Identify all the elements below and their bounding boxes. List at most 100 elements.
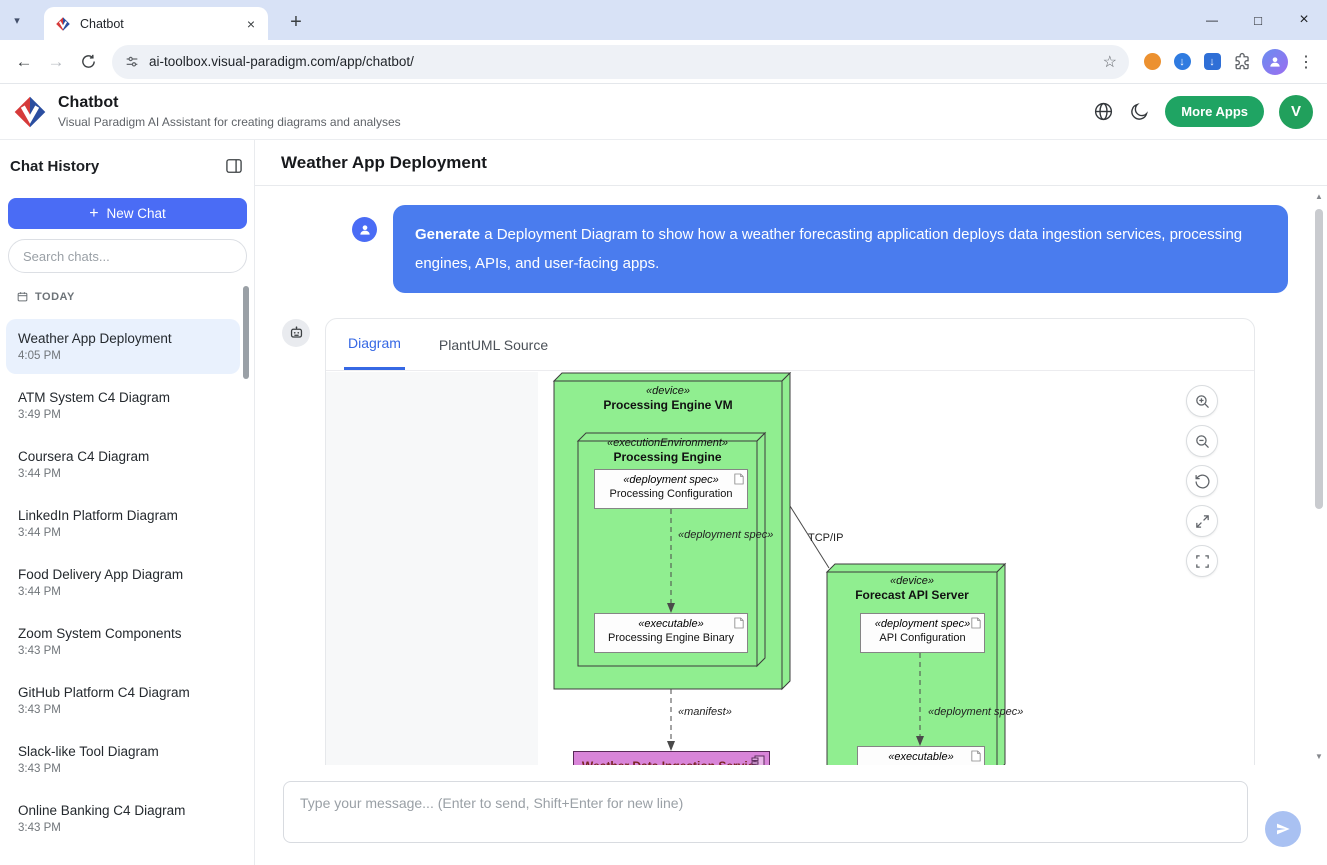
chat-item-atm[interactable]: ATM System C4 Diagram 3:49 PM: [6, 378, 240, 433]
chat-item-coursera[interactable]: Coursera C4 Diagram 3:44 PM: [6, 437, 240, 492]
dark-mode-moon-icon[interactable]: [1129, 101, 1150, 122]
assistant-avatar: [282, 319, 310, 347]
processing-config-artifact: «deployment spec» Processing Configurati…: [594, 469, 748, 509]
main-scrollbar-thumb[interactable]: [1315, 209, 1323, 509]
new-tab-button[interactable]: +: [282, 8, 310, 36]
chat-time: 3:44 PM: [18, 468, 228, 480]
new-chat-button[interactable]: + New Chat: [8, 198, 247, 229]
message-input[interactable]: [283, 781, 1248, 843]
back-button[interactable]: ←: [8, 46, 40, 78]
new-chat-label: New Chat: [107, 206, 166, 221]
chat-time: 3:49 PM: [18, 409, 228, 421]
browser-profile-avatar[interactable]: [1262, 49, 1288, 75]
chat-item-linkedin[interactable]: LinkedIn Platform Diagram 3:44 PM: [6, 496, 240, 551]
window-minimize-button[interactable]: —: [1189, 0, 1235, 40]
apiconfig-name: API Configuration: [861, 632, 984, 644]
chat-title: Zoom System Components: [18, 626, 228, 641]
edge-label-manifest: «manifest»: [678, 706, 732, 718]
fullscreen-button[interactable]: [1186, 545, 1218, 577]
user-account-avatar[interactable]: V: [1279, 95, 1313, 129]
chat-scroll-area[interactable]: Generate a Deployment Diagram to show ho…: [255, 186, 1327, 765]
sidebar-scrollbar-thumb[interactable]: [243, 286, 249, 379]
scroll-up-arrow[interactable]: ▲: [1313, 191, 1325, 203]
zoom-in-button[interactable]: [1186, 385, 1218, 417]
tab-title: Chatbot: [80, 17, 242, 31]
window-controls: — □ ×: [1189, 0, 1327, 40]
browser-toolbar: ← → ai-toolbox.visual-paradigm.com/app/c…: [0, 40, 1327, 84]
reload-button[interactable]: [72, 46, 104, 78]
chat-item-zoom[interactable]: Zoom System Components 3:43 PM: [6, 614, 240, 669]
window-maximize-button[interactable]: □: [1235, 0, 1281, 40]
deployment-diagram-shapes: [326, 372, 1254, 765]
tab-close-icon[interactable]: ×: [242, 15, 260, 33]
tab-diagram[interactable]: Diagram: [344, 319, 405, 370]
extensions-puzzle-icon[interactable]: [1227, 46, 1257, 78]
chat-title: ATM System C4 Diagram: [18, 390, 228, 405]
scroll-down-arrow[interactable]: ▼: [1313, 751, 1325, 763]
main-panel: Weather App Deployment Generate a Deploy…: [255, 140, 1327, 865]
browser-tab[interactable]: Chatbot ×: [44, 7, 268, 40]
search-chats-input[interactable]: [8, 239, 247, 273]
app-name: Chatbot: [58, 94, 401, 112]
profile-person-icon: [1268, 55, 1282, 69]
chat-item-banking[interactable]: Online Banking C4 Diagram 3:43 PM: [6, 791, 240, 846]
chat-item-weather-app[interactable]: Weather App Deployment 4:05 PM: [6, 319, 240, 374]
header-actions: More Apps V: [1093, 95, 1313, 129]
person-icon: [358, 223, 372, 237]
extension-blue-circle-icon[interactable]: ↓: [1167, 46, 1197, 78]
engine-binary-artifact: «executable» Processing Engine Binary: [594, 613, 748, 653]
chat-history-sidebar: Chat History + New Chat TODAY Weather Ap…: [0, 140, 255, 865]
chat-time: 3:43 PM: [18, 645, 228, 657]
forward-button[interactable]: →: [40, 46, 72, 78]
diagram-tabs: Diagram PlantUML Source: [326, 319, 1254, 371]
document-icon: [734, 617, 744, 629]
chat-time: 3:43 PM: [18, 763, 228, 775]
document-icon: [971, 617, 981, 629]
tab-search-icon[interactable]: ▾: [8, 11, 26, 29]
chat-title: Online Banking C4 Diagram: [18, 803, 228, 818]
chat-title: Food Delivery App Diagram: [18, 567, 228, 582]
user-message-bold: Generate: [415, 226, 480, 243]
chat-item-food-delivery[interactable]: Food Delivery App Diagram 3:44 PM: [6, 555, 240, 610]
browser-menu-kebab-icon[interactable]: ⋮: [1293, 52, 1319, 72]
extension-download-icon[interactable]: ↓: [1197, 46, 1227, 78]
edge-label-deployment-spec-2: «deployment spec»: [928, 706, 1023, 718]
chat-item-slack[interactable]: Slack-like Tool Diagram 3:43 PM: [6, 732, 240, 787]
tab-plantuml-source[interactable]: PlantUML Source: [435, 319, 552, 370]
chat-title: Coursera C4 Diagram: [18, 449, 228, 464]
user-message-bubble: Generate a Deployment Diagram to show ho…: [393, 205, 1288, 293]
language-globe-icon[interactable]: [1093, 101, 1114, 122]
main-scrollbar[interactable]: ▲ ▼: [1313, 191, 1325, 763]
diagram-canvas[interactable]: «device» Processing Engine VM «execution…: [326, 372, 1254, 765]
extension-orange-icon[interactable]: [1137, 46, 1167, 78]
calendar-icon: [16, 290, 29, 303]
api-executable-artifact: «executable»: [857, 746, 985, 765]
more-apps-button[interactable]: More Apps: [1165, 96, 1264, 127]
window-close-button[interactable]: ×: [1281, 0, 1327, 40]
chat-title: Slack-like Tool Diagram: [18, 744, 228, 759]
bookmark-star-icon[interactable]: ☆: [1103, 52, 1117, 72]
diagram-viewer-toolbar: [1186, 385, 1218, 577]
ingestion-name: Weather Data Ingestion Service: [582, 759, 761, 765]
expand-icon: [1194, 513, 1211, 530]
tab-favicon-vp-icon: [55, 16, 71, 32]
edge-label-tcpip: TCP/IP: [808, 532, 843, 544]
visual-paradigm-logo: [12, 94, 48, 130]
fit-to-screen-button[interactable]: [1186, 505, 1218, 537]
chat-time: 3:44 PM: [18, 527, 228, 539]
api-config-artifact: «deployment spec» API Configuration: [860, 613, 985, 653]
reload-icon: [80, 53, 97, 70]
chat-time: 3:43 PM: [18, 822, 228, 834]
send-button[interactable]: [1265, 811, 1301, 847]
reset-view-button[interactable]: [1186, 465, 1218, 497]
edge-label-deployment-spec-1: «deployment spec»: [678, 529, 773, 541]
zoom-out-button[interactable]: [1186, 425, 1218, 457]
address-bar[interactable]: ai-toolbox.visual-paradigm.com/app/chatb…: [112, 45, 1129, 79]
browser-tab-strip: ▾ Chatbot × + — □ ×: [0, 0, 1327, 40]
collapse-panel-icon[interactable]: [224, 156, 244, 176]
document-icon: [734, 473, 744, 485]
site-info-icon[interactable]: [124, 54, 140, 70]
sidebar-title: Chat History: [10, 158, 224, 175]
chat-item-github[interactable]: GitHub Platform C4 Diagram 3:43 PM: [6, 673, 240, 728]
url-text[interactable]: ai-toolbox.visual-paradigm.com/app/chatb…: [149, 54, 1103, 69]
